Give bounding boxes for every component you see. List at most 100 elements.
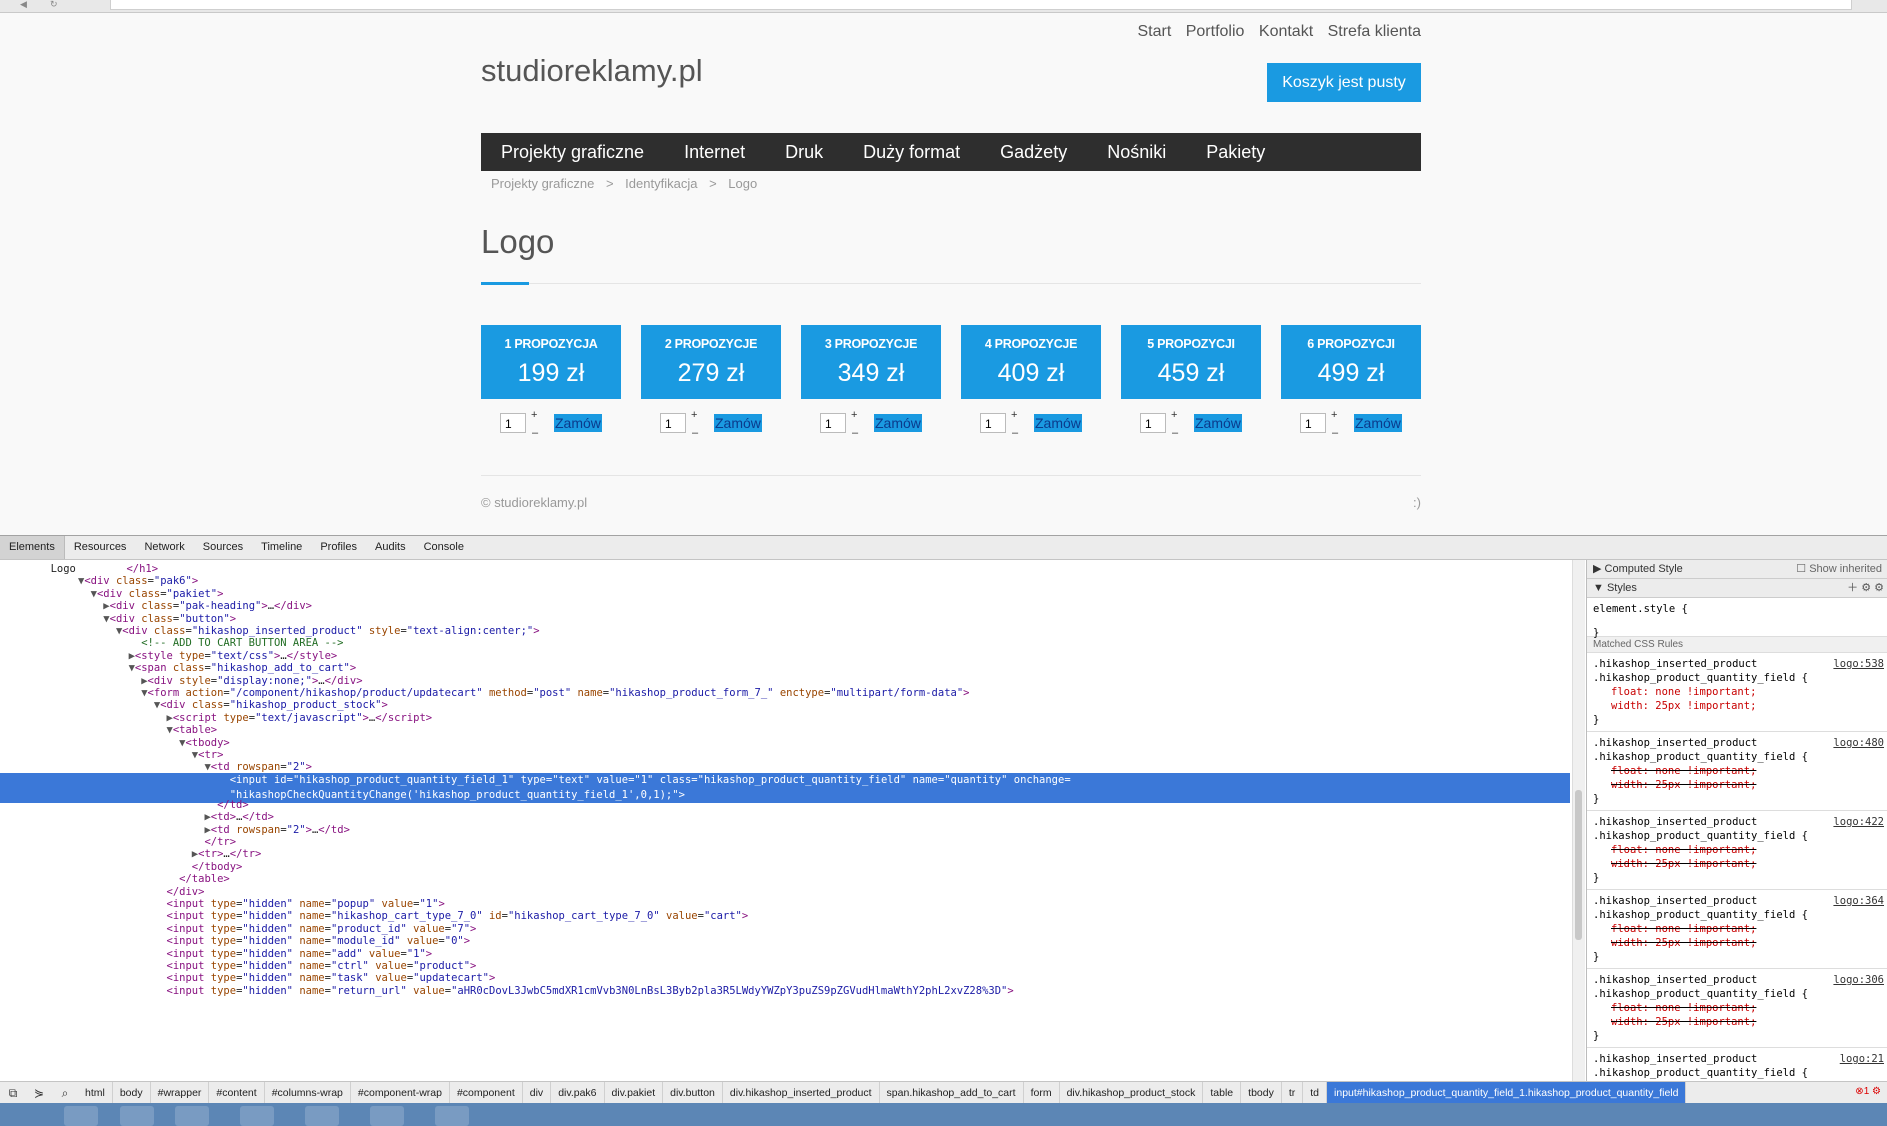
crumb[interactable]: tbody — [1241, 1082, 1282, 1104]
quantity-field[interactable]: 1 — [500, 413, 526, 433]
topnav-kontakt[interactable]: Kontakt — [1259, 23, 1313, 40]
quantity-field[interactable]: 1 — [980, 413, 1006, 433]
css-property[interactable]: width: 25px !important; — [1593, 699, 1882, 713]
crumb[interactable]: div.pak6 — [551, 1082, 605, 1104]
taskbar-app-icon[interactable] — [64, 1106, 98, 1126]
crumb[interactable]: #component — [450, 1082, 523, 1104]
css-rule[interactable]: logo:422 .hikashop_inserted_product .hikas… — [1587, 811, 1887, 890]
rule-source-link[interactable]: logo:21 — [1840, 1052, 1884, 1066]
breadcrumb-item[interactable]: Projekty graficzne — [491, 176, 594, 191]
menu-item-projekty-graficzne[interactable]: Projekty graficzne — [481, 142, 664, 163]
cart-button[interactable]: Koszyk jest pusty — [1267, 63, 1421, 102]
css-property[interactable]: float: none !important; — [1593, 764, 1882, 778]
tab-resources[interactable]: Resources — [65, 536, 136, 559]
taskbar-app-icon[interactable] — [370, 1106, 404, 1126]
taskbar-app-icon[interactable] — [305, 1106, 339, 1126]
crumb[interactable]: div — [523, 1082, 552, 1104]
crumb-selected[interactable]: input#hikashop_product_quantity_field_1.… — [1327, 1082, 1687, 1104]
css-property[interactable]: width: 25px !important; — [1593, 778, 1882, 792]
computed-style-header[interactable]: ▶ Computed Style ☐ Show inherited — [1587, 560, 1887, 579]
tab-timeline[interactable]: Timeline — [252, 536, 311, 559]
order-button[interactable]: Zamów — [1354, 414, 1402, 432]
crumb[interactable]: form — [1024, 1082, 1060, 1104]
menu-item-internet[interactable]: Internet — [664, 142, 765, 163]
order-button[interactable]: Zamów — [1194, 414, 1242, 432]
taskbar-app-icon[interactable] — [240, 1106, 274, 1126]
console-toggle-icon[interactable]: ⋟ — [26, 1086, 52, 1100]
crumb[interactable]: #wrapper — [151, 1082, 210, 1104]
css-property[interactable]: float: none !important; — [1593, 1001, 1882, 1015]
menu-item-gadzety[interactable]: Gadżety — [980, 142, 1087, 163]
order-button[interactable]: Zamów — [1034, 414, 1082, 432]
address-bar[interactable] — [110, 0, 1852, 10]
css-property[interactable]: float: none !important; — [1593, 685, 1882, 699]
css-property[interactable]: width: 25px !important; — [1593, 936, 1882, 950]
back-icon[interactable]: ◀ — [20, 0, 34, 9]
rule-source-link[interactable]: logo:306 — [1833, 973, 1884, 987]
rule-source-link[interactable]: logo:538 — [1833, 657, 1884, 671]
css-rule[interactable]: logo:480 .hikashop_inserted_product .hikas… — [1587, 732, 1887, 811]
css-property[interactable]: width: 25px !important; — [1593, 857, 1882, 871]
quantity-decrease-icon[interactable]: – — [1012, 427, 1018, 439]
order-button[interactable]: Zamów — [874, 414, 922, 432]
quantity-decrease-icon[interactable]: – — [1172, 427, 1178, 439]
menu-item-pakiety[interactable]: Pakiety — [1186, 142, 1285, 163]
css-property[interactable]: width: 25px !important; — [1593, 1015, 1882, 1029]
menu-item-druk[interactable]: Druk — [765, 142, 843, 163]
tab-network[interactable]: Network — [135, 536, 193, 559]
quantity-field[interactable]: 1 — [1300, 413, 1326, 433]
crumb[interactable]: #component-wrap — [351, 1082, 450, 1104]
topnav-portfolio[interactable]: Portfolio — [1186, 23, 1245, 40]
quantity-increase-icon[interactable]: + — [1171, 409, 1177, 421]
crumb[interactable]: #columns-wrap — [265, 1082, 351, 1104]
css-property[interactable]: float: none !important; — [1593, 843, 1882, 857]
inspect-search-icon[interactable]: ⌕ — [52, 1086, 78, 1101]
menu-item-nosniki[interactable]: Nośniki — [1087, 142, 1186, 163]
quantity-increase-icon[interactable]: + — [1011, 409, 1017, 421]
quantity-increase-icon[interactable]: + — [1331, 409, 1337, 421]
css-property[interactable]: float: none !important; — [1593, 922, 1882, 936]
crumb[interactable]: div.hikashop_inserted_product — [723, 1082, 880, 1104]
crumb[interactable]: #content — [209, 1082, 265, 1104]
crumb[interactable]: html — [78, 1082, 113, 1104]
order-button[interactable]: Zamów — [554, 414, 602, 432]
quantity-field[interactable]: 1 — [1140, 413, 1166, 433]
crumb[interactable]: div.hikashop_product_stock — [1060, 1082, 1204, 1104]
breadcrumb-item[interactable]: Identyfikacja — [625, 176, 697, 191]
dom-tree[interactable]: Logo </h1> ▼<div class="pak6"> ▼<div clas… — [0, 560, 1570, 1081]
topnav-strefa-klienta[interactable]: Strefa klienta — [1328, 23, 1421, 40]
site-logo[interactable]: studioreklamy.pl — [481, 53, 703, 89]
styles-tools[interactable]: ＋ ⚙ ⚙ — [1847, 579, 1884, 597]
styles-header[interactable]: ▼ Styles ＋ ⚙ ⚙ — [1587, 579, 1887, 598]
menu-item-duzy-format[interactable]: Duży format — [843, 142, 980, 163]
rule-source-link[interactable]: logo:480 — [1833, 736, 1884, 750]
scrollbar-thumb[interactable] — [1575, 790, 1582, 940]
crumb[interactable]: span.hikashop_add_to_cart — [880, 1082, 1024, 1104]
quantity-decrease-icon[interactable]: – — [532, 427, 538, 439]
taskbar-app-icon[interactable] — [120, 1106, 154, 1126]
quantity-decrease-icon[interactable]: – — [852, 427, 858, 439]
quantity-increase-icon[interactable]: + — [851, 409, 857, 421]
crumb[interactable]: tr — [1282, 1082, 1304, 1104]
dom-scrollbar[interactable] — [1572, 560, 1585, 1081]
order-button[interactable]: Zamów — [714, 414, 762, 432]
tab-profiles[interactable]: Profiles — [311, 536, 366, 559]
quantity-field[interactable]: 1 — [660, 413, 686, 433]
crumb[interactable]: body — [113, 1082, 151, 1104]
quantity-increase-icon[interactable]: + — [691, 409, 697, 421]
css-rule[interactable]: logo:364 .hikashop_inserted_product .hikas… — [1587, 890, 1887, 969]
element-style-rule[interactable]: element.style { } — [1587, 598, 1887, 639]
css-rule[interactable]: logo:538 .hikashop_inserted_product .hikas… — [1587, 653, 1887, 732]
rule-source-link[interactable]: logo:364 — [1833, 894, 1884, 908]
quantity-decrease-icon[interactable]: – — [1332, 427, 1338, 439]
crumb[interactable]: div.pakiet — [605, 1082, 664, 1104]
crumb[interactable]: table — [1203, 1082, 1242, 1104]
reload-icon[interactable]: ↻ — [50, 0, 64, 9]
tab-console[interactable]: Console — [415, 536, 473, 559]
show-inherited-checkbox[interactable]: ☐ Show inherited — [1796, 560, 1882, 578]
crumb[interactable]: div.button — [663, 1082, 723, 1104]
quantity-decrease-icon[interactable]: – — [692, 427, 698, 439]
css-rule[interactable]: logo:306 .hikashop_inserted_product .hikas… — [1587, 969, 1887, 1048]
topnav-start[interactable]: Start — [1137, 23, 1171, 40]
quantity-increase-icon[interactable]: + — [531, 409, 537, 421]
